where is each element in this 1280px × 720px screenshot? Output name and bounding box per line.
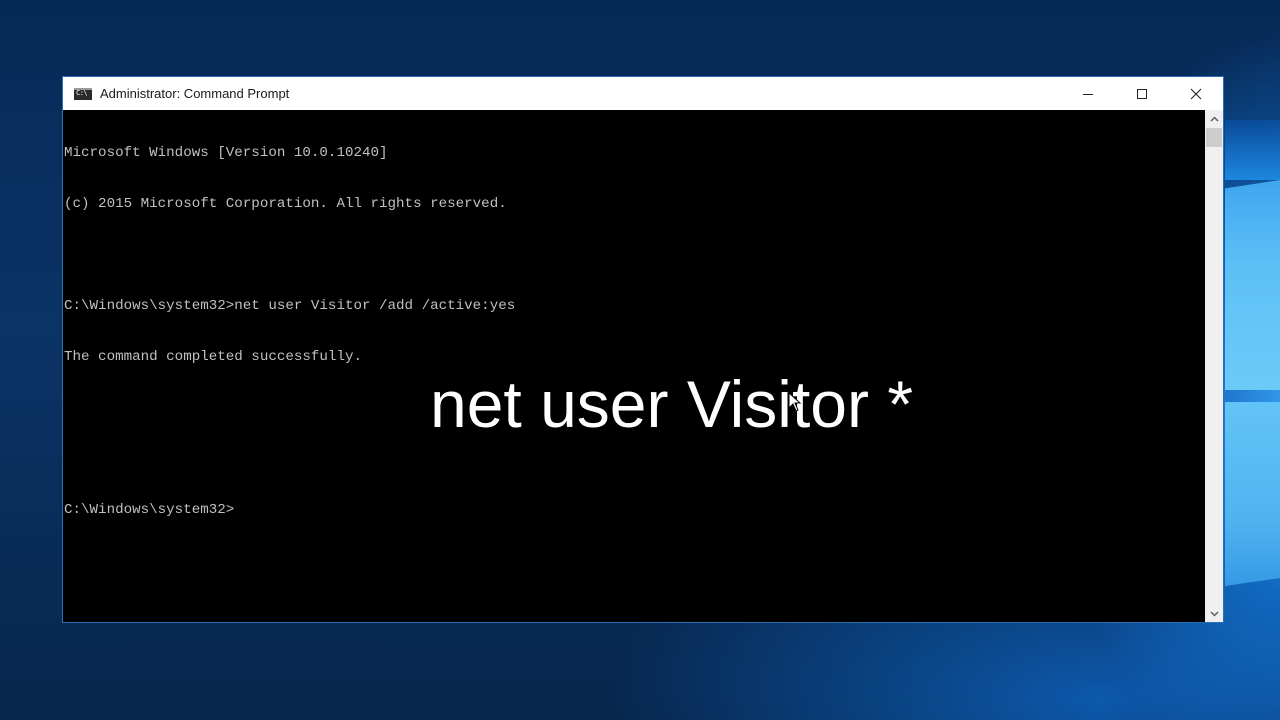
minimize-button[interactable] (1061, 77, 1115, 110)
minimize-icon (1083, 93, 1093, 95)
wallpaper-glow (1225, 120, 1280, 180)
mouse-cursor-icon (788, 392, 802, 412)
console-line: (c) 2015 Microsoft Corporation. All righ… (64, 196, 507, 212)
scroll-up-button[interactable] (1205, 110, 1223, 127)
chevron-up-icon (1209, 115, 1219, 122)
wallpaper-pane-lower (1225, 402, 1280, 586)
close-icon (1190, 88, 1202, 99)
scroll-thumb[interactable] (1206, 128, 1222, 147)
scroll-down-button[interactable] (1205, 605, 1223, 622)
console-line: Microsoft Windows [Version 10.0.10240] (64, 145, 388, 161)
maximize-button[interactable] (1115, 77, 1169, 110)
title-bar[interactable]: Administrator: Command Prompt (63, 77, 1223, 110)
video-caption-overlay: net user Visitor * (430, 367, 914, 441)
caption-buttons (1061, 77, 1223, 110)
window-title: Administrator: Command Prompt (100, 86, 290, 101)
close-button[interactable] (1169, 77, 1223, 110)
maximize-icon (1137, 88, 1147, 99)
chevron-down-icon (1209, 610, 1219, 617)
cmd-icon (74, 87, 92, 100)
console-prompt-line[interactable]: C:\Windows\system32> (64, 502, 1205, 519)
command-prompt-window[interactable]: Administrator: Command Prompt Microsoft … (62, 76, 1224, 623)
wallpaper-pane-upper (1225, 180, 1280, 390)
console-line: C:\Windows\system32>net user Visitor /ad… (64, 298, 516, 314)
desktop-wallpaper-panels (1225, 120, 1280, 640)
vertical-scrollbar[interactable] (1205, 110, 1223, 622)
